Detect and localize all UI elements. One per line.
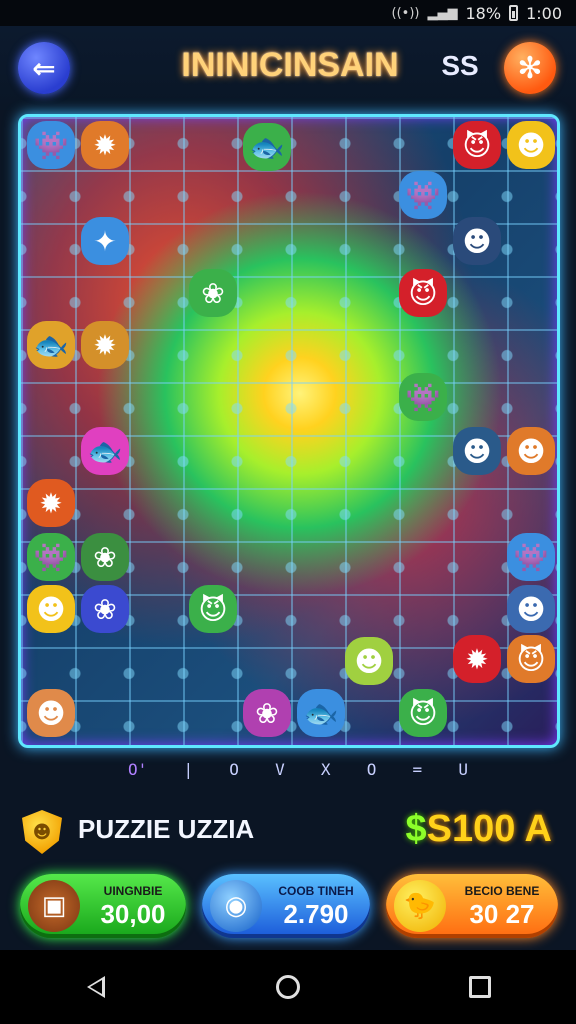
puzzle-piece[interactable]: 😈	[399, 689, 447, 737]
back-button[interactable]: ⇐	[18, 42, 70, 94]
puzzle-piece[interactable]: 😈	[453, 121, 501, 169]
orange-button-label: BECIO BENE	[464, 884, 540, 898]
system-nav-bar	[0, 950, 576, 1024]
hint-symbol: X	[320, 760, 331, 779]
puzzle-piece[interactable]: 👾	[27, 533, 75, 581]
hint-symbol: =	[412, 760, 423, 779]
puzzle-piece[interactable]: ✹	[81, 121, 129, 169]
puzzle-piece[interactable]: ❀	[189, 269, 237, 317]
blue-button-label: COOB TINEH	[278, 884, 354, 898]
prize-dollar: $	[405, 808, 427, 850]
battery-icon	[509, 5, 519, 21]
orb-icon: ◉	[210, 880, 262, 932]
green-button-label: UINGNBIE	[103, 884, 163, 898]
hint-row: O' | O V X O = U	[128, 760, 468, 784]
puzzle-piece[interactable]: 😈	[507, 635, 555, 683]
hint-symbol: |	[183, 760, 194, 779]
puzzle-piece[interactable]: ☻	[507, 427, 555, 475]
game-header: ⇐ ININICINSAIN SS ✻	[0, 26, 576, 110]
status-bar: ((•)) ▂▄▆ 18% 1:00	[0, 0, 576, 26]
back-nav-icon[interactable]	[76, 967, 116, 1007]
puzzle-piece[interactable]: ❀	[81, 585, 129, 633]
orange-button-value: 30 27	[469, 899, 535, 929]
puzzle-piece[interactable]: ❀	[243, 689, 291, 737]
hint-symbol: V	[275, 760, 285, 779]
puzzle-board[interactable]: 👾 ✹ 🐟 😈 ☻ 👾 ✦ ☻ ❀ 😈 🐟 ✹ 👾 🐟 ☻ ☻ ✹ 👾 ❀ 👾 …	[18, 114, 560, 748]
clock: 1:00	[526, 3, 562, 23]
puzzle-piece[interactable]: 👾	[399, 171, 447, 219]
game-title: ININICINSAIN	[181, 46, 399, 84]
gear-icon: ✻	[517, 50, 543, 86]
puzzle-piece[interactable]: 🐟	[297, 689, 345, 737]
puzzle-piece[interactable]: ☻	[507, 121, 555, 169]
puzzle-piece[interactable]: 🐟	[27, 321, 75, 369]
blue-action-button[interactable]: ◉ COOB TINEH 2.790	[202, 874, 370, 938]
puzzle-piece[interactable]: ☻	[345, 637, 393, 685]
puzzle-piece[interactable]: ✦	[81, 217, 129, 265]
blue-button-value: 2.790	[283, 899, 349, 929]
green-button-value: 30,00	[100, 899, 166, 929]
orange-action-button[interactable]: 🐤 BECIO BENE 30 27	[386, 874, 558, 938]
green-action-button[interactable]: ▣ UINGNBIE 30,00	[20, 874, 186, 938]
hint-symbol: O	[366, 760, 377, 779]
chick-icon: 🐤	[394, 880, 446, 932]
puzzle-piece[interactable]: 😈	[399, 269, 447, 317]
puzzle-piece[interactable]: ☻	[453, 427, 501, 475]
puzzle-info: ☻ PUZZIE UZZIA $S100 A	[0, 800, 576, 860]
hint-symbol: O	[229, 760, 239, 779]
battery-percent: 18%	[465, 3, 502, 23]
puzzle-piece[interactable]: 🐟	[243, 123, 291, 171]
puzzle-piece[interactable]: ✹	[27, 479, 75, 527]
shield-icon: ☻	[22, 810, 62, 854]
puzzle-name: PUZZIE UZZIA	[78, 814, 255, 844]
settings-button[interactable]: ✻	[504, 42, 556, 94]
puzzle-piece[interactable]: ☻	[453, 217, 501, 265]
puzzle-piece[interactable]: 😈	[189, 585, 237, 633]
puzzle-piece[interactable]: ☻	[507, 585, 555, 633]
puzzle-piece[interactable]: 👾	[399, 373, 447, 421]
puzzle-piece[interactable]: 👾	[507, 533, 555, 581]
puzzle-piece[interactable]: ❀	[81, 533, 129, 581]
puzzle-piece[interactable]: 👾	[27, 121, 75, 169]
hint-symbol: U	[458, 760, 468, 779]
chest-icon: ▣	[28, 880, 80, 932]
back-arrow-icon: ⇐	[32, 51, 56, 85]
recents-nav-icon[interactable]	[460, 967, 500, 1007]
signal-icon: ▂▄▆	[427, 5, 458, 21]
puzzle-piece[interactable]: ✹	[81, 321, 129, 369]
puzzle-piece[interactable]: 🐟	[81, 427, 129, 475]
home-nav-icon[interactable]	[268, 967, 308, 1007]
prize-value: S100 A	[426, 808, 552, 850]
puzzle-piece[interactable]: ✹	[453, 635, 501, 683]
hint-symbol: O'	[128, 760, 148, 779]
wifi-icon: ((•))	[391, 5, 420, 21]
puzzle-piece[interactable]: ☻	[27, 585, 75, 633]
puzzle-piece[interactable]: ☻	[27, 689, 75, 737]
score-display: SS	[441, 50, 479, 81]
prize-amount: $S100 A	[406, 808, 552, 851]
